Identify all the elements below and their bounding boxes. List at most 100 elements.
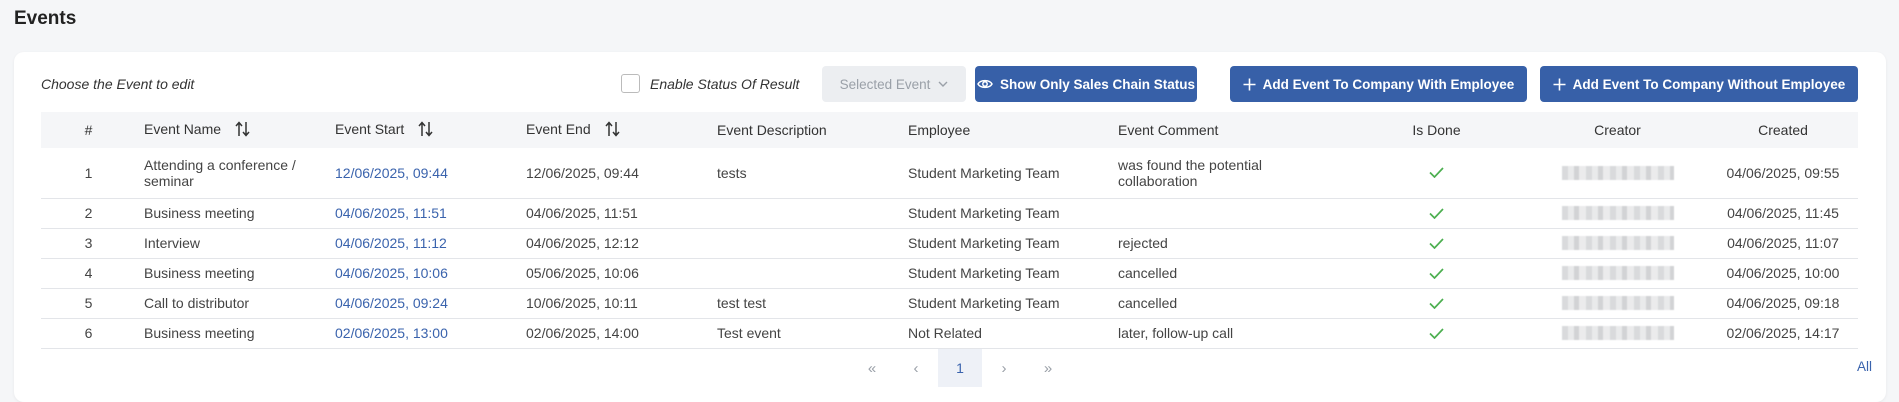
redacted-creator [1561, 296, 1674, 310]
cell-employee: Student Marketing Team [908, 265, 1060, 281]
add-event-without-employee-button[interactable]: Add Event To Company Without Employee [1540, 66, 1858, 102]
redacted-creator [1561, 165, 1674, 180]
selected-event-placeholder: Selected Event [839, 76, 931, 92]
cell-creator [1527, 258, 1708, 288]
check-icon [1429, 297, 1444, 309]
header-event-comment: Event Comment [1118, 122, 1219, 138]
cell-employee: Student Marketing Team [908, 164, 1060, 181]
cell-creator [1527, 148, 1708, 198]
cell-created: 04/06/2025, 11:45 [1727, 205, 1839, 221]
header-event-description: Event Description [717, 122, 827, 138]
plus-icon [1553, 78, 1566, 91]
cell-number: 3 [84, 235, 93, 251]
cell-event-end: 12/06/2025, 09:44 [526, 164, 639, 181]
pagination: « ‹ 1 › » All [14, 349, 1886, 387]
cell-number: 5 [84, 295, 93, 311]
chevron-down-icon [938, 78, 948, 90]
enable-status-toggle[interactable]: Enable Status Of Result [621, 74, 799, 93]
cell-is-done [1346, 318, 1527, 348]
add-event-with-employee-button[interactable]: Add Event To Company With Employee [1230, 66, 1527, 102]
table-row[interactable]: 1 Attending a conference / seminar 12/06/2… [41, 148, 1858, 198]
cell-event-start[interactable]: 04/06/2025, 11:51 [327, 198, 518, 228]
cell-creator [1527, 318, 1708, 348]
cell-employee: Not Related [908, 325, 982, 341]
check-icon [1429, 167, 1444, 179]
header-event-name[interactable]: Event Name [136, 112, 327, 148]
choose-event-label: Choose the Event to edit [41, 76, 195, 92]
first-page-button[interactable]: « [850, 349, 894, 387]
sort-icon[interactable] [604, 120, 620, 140]
cell-is-done [1346, 288, 1527, 318]
cell-creator [1527, 228, 1708, 258]
sort-icon[interactable] [418, 120, 433, 140]
cell-event-start[interactable]: 12/06/2025, 09:44 [327, 148, 518, 198]
header-created: Created [1758, 122, 1808, 138]
redacted-creator [1561, 236, 1674, 250]
cell-event-end: 05/06/2025, 10:06 [526, 265, 639, 281]
prev-page-button[interactable]: ‹ [894, 349, 938, 387]
header-employee: Employee [908, 122, 971, 138]
header-event-start[interactable]: Event Start [327, 112, 518, 148]
last-page-button[interactable]: » [1026, 349, 1070, 387]
cell-event-description [709, 198, 900, 228]
cell-created: 04/06/2025, 11:07 [1727, 235, 1839, 251]
cell-event-start[interactable]: 04/06/2025, 09:24 [327, 288, 518, 318]
show-sales-chain-label: Show Only Sales Chain Status [999, 76, 1196, 92]
events-table: # Event Name Event Start Event End Event… [41, 112, 1858, 349]
eye-icon [977, 78, 993, 90]
next-page-button[interactable]: › [982, 349, 1026, 387]
cell-event-description: test test [717, 295, 767, 311]
cell-is-done [1346, 258, 1527, 288]
table-row[interactable]: 5 Call to distributor 04/06/2025, 09:24 10/… [41, 288, 1858, 318]
cell-employee: Student Marketing Team [908, 235, 1060, 251]
table-row[interactable]: 6 Business meeting 02/06/2025, 13:00 02/06/… [41, 318, 1858, 348]
cell-created: 04/06/2025, 10:00 [1726, 265, 1840, 281]
cell-employee: Student Marketing Team [908, 205, 1060, 221]
cell-event-description [709, 228, 900, 258]
table-row[interactable]: 2 Business meeting 04/06/2025, 11:51 04/06/… [41, 198, 1858, 228]
cell-event-name: Business meeting [144, 325, 255, 341]
cell-event-name: Business meeting [144, 205, 255, 221]
cell-is-done [1346, 228, 1527, 258]
table-header-row: # Event Name Event Start Event End Event… [41, 112, 1858, 148]
cell-event-comment: cancelled [1118, 265, 1178, 281]
header-number: # [84, 122, 93, 138]
add-event-without-employee-label: Add Event To Company Without Employee [1572, 76, 1846, 92]
cell-event-name: Attending a conference / seminar [144, 156, 296, 189]
cell-event-end: 02/06/2025, 14:00 [526, 325, 639, 341]
sort-icon[interactable] [235, 120, 250, 140]
header-is-done: Is Done [1412, 122, 1461, 138]
table-row[interactable]: 3 Interview 04/06/2025, 11:12 04/06/2025, 1… [41, 228, 1858, 258]
cell-created: 04/06/2025, 09:55 [1726, 164, 1840, 181]
cell-number: 1 [84, 164, 93, 181]
cell-number: 4 [84, 265, 93, 281]
cell-event-start[interactable]: 02/06/2025, 13:00 [327, 318, 518, 348]
table-row[interactable]: 4 Business meeting 04/06/2025, 10:06 05/06/… [41, 258, 1858, 288]
cell-event-start[interactable]: 04/06/2025, 10:06 [327, 258, 518, 288]
enable-status-checkbox[interactable] [621, 74, 640, 93]
redacted-creator [1561, 206, 1674, 220]
cell-is-done [1346, 198, 1527, 228]
cell-event-description: tests [717, 164, 747, 181]
selected-event-select[interactable]: Selected Event [822, 66, 966, 102]
cell-event-comment: later, follow-up call [1118, 325, 1234, 341]
cell-event-name: Call to distributor [144, 295, 250, 311]
cell-event-name: Interview [144, 235, 201, 251]
add-event-with-employee-label: Add Event To Company With Employee [1262, 76, 1515, 92]
header-event-end[interactable]: Event End [518, 112, 709, 148]
check-icon [1429, 267, 1444, 279]
header-event-start-label: Event Start [335, 120, 405, 137]
show-sales-chain-button[interactable]: Show Only Sales Chain Status [975, 66, 1197, 102]
cell-event-description: Test event [717, 325, 781, 341]
cell-event-comment: was found the potential collaboration [1118, 156, 1262, 189]
current-page-button[interactable]: 1 [938, 349, 982, 387]
redacted-creator [1561, 266, 1674, 280]
cell-creator [1527, 288, 1708, 318]
cell-event-start[interactable]: 04/06/2025, 11:12 [327, 228, 518, 258]
plus-icon [1243, 78, 1256, 91]
cell-event-comment [1110, 198, 1346, 228]
header-creator: Creator [1594, 122, 1641, 138]
page-size-all-button[interactable]: All [1857, 359, 1872, 374]
cell-employee: Student Marketing Team [908, 295, 1060, 311]
check-icon [1429, 207, 1444, 219]
